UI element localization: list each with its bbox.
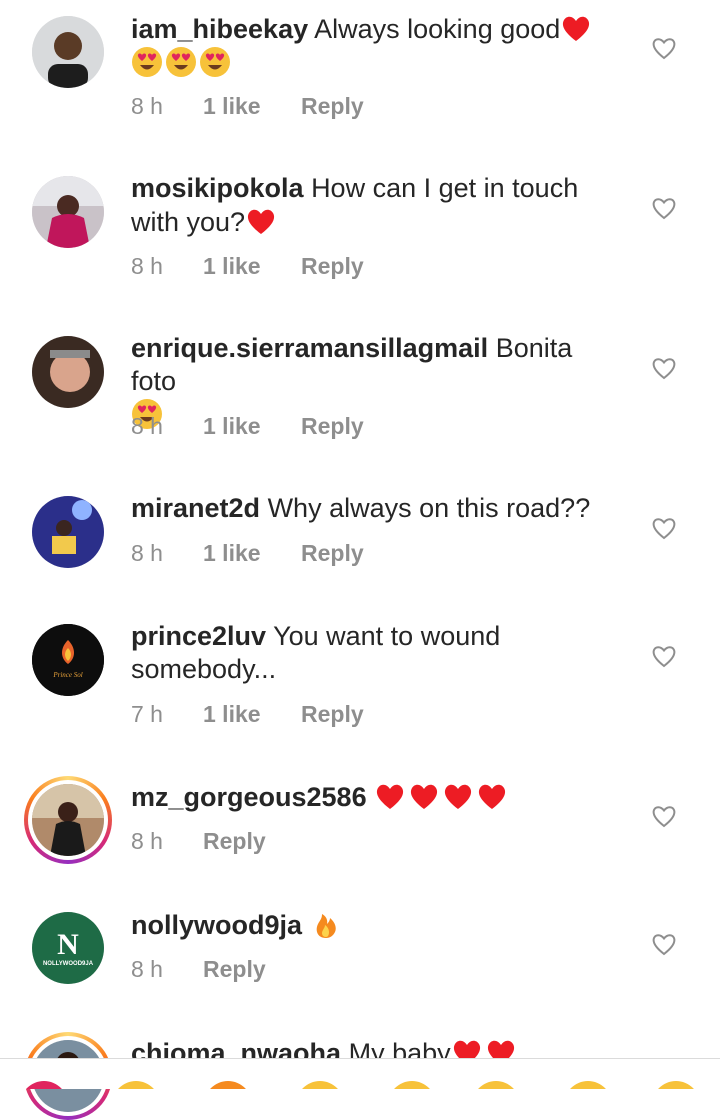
like-count[interactable]: 1 like bbox=[203, 253, 261, 280]
comment-text: mosikipokola How can I get in touch with… bbox=[131, 172, 611, 239]
clap-emoji-icon[interactable] bbox=[296, 1081, 344, 1089]
timestamp: 8 h bbox=[131, 93, 163, 119]
username[interactable]: mz_gorgeous2586 bbox=[131, 782, 367, 812]
timestamp: 8 h bbox=[131, 828, 163, 854]
avatar[interactable] bbox=[32, 496, 104, 568]
heart-outline-icon[interactable] bbox=[651, 195, 677, 221]
comment-body: Why always on this road?? bbox=[267, 493, 591, 523]
heart-emoji-icon[interactable] bbox=[20, 1081, 68, 1089]
heart-outline-icon[interactable] bbox=[651, 643, 677, 669]
quick-emoji-bar bbox=[0, 1059, 720, 1089]
timestamp: 8 h bbox=[131, 956, 163, 982]
avatar[interactable] bbox=[32, 176, 104, 248]
comment-text: nollywood9ja bbox=[131, 908, 611, 942]
like-count[interactable]: 1 like bbox=[203, 93, 261, 120]
comment-text: prince2luv You want to wound somebody... bbox=[131, 620, 611, 686]
avatar[interactable] bbox=[32, 16, 104, 88]
avatar-logo-text: Prince Sol bbox=[52, 671, 82, 679]
reply-button[interactable]: Reply bbox=[301, 413, 364, 440]
fire-emoji-icon[interactable] bbox=[204, 1081, 252, 1089]
avatar-logo-letter: N bbox=[57, 928, 79, 961]
timestamp: 8 h bbox=[131, 540, 163, 566]
reply-button[interactable]: Reply bbox=[301, 93, 364, 120]
laughing-emoji-icon[interactable] bbox=[652, 1081, 700, 1089]
avatar[interactable]: N NOLLYWOOD9JA bbox=[32, 912, 104, 984]
avatar[interactable] bbox=[32, 784, 104, 856]
surprised-emoji-icon[interactable] bbox=[564, 1081, 612, 1089]
heart-outline-icon[interactable] bbox=[651, 35, 677, 61]
heart-eyes-emoji-icon bbox=[165, 46, 197, 78]
heart-emoji-icon bbox=[560, 12, 592, 44]
heart-outline-icon[interactable] bbox=[651, 803, 677, 829]
heart-emoji-icon bbox=[476, 780, 508, 812]
reply-button[interactable]: Reply bbox=[301, 540, 364, 567]
like-count[interactable]: 1 like bbox=[203, 413, 261, 440]
heart-eyes-emoji-icon[interactable] bbox=[472, 1081, 520, 1089]
heart-eyes-emoji-icon bbox=[131, 46, 163, 78]
timestamp: 8 h bbox=[131, 253, 163, 279]
username[interactable]: miranet2d bbox=[131, 493, 260, 523]
fire-emoji-icon bbox=[310, 908, 342, 940]
timestamp: 7 h bbox=[131, 701, 163, 727]
heart-outline-icon[interactable] bbox=[651, 355, 677, 381]
username[interactable]: enrique.sierramansillagmail bbox=[131, 333, 488, 363]
avatar-logo-text: NOLLYWOOD9JA bbox=[43, 961, 94, 967]
timestamp: 8 h bbox=[131, 413, 163, 439]
heart-emoji-icon bbox=[374, 780, 406, 812]
comment-body: Always looking good bbox=[314, 14, 561, 44]
like-count[interactable]: 1 like bbox=[203, 540, 261, 567]
username[interactable]: nollywood9ja bbox=[131, 910, 302, 940]
hands-emoji-icon[interactable] bbox=[112, 1081, 160, 1089]
username[interactable]: prince2luv bbox=[131, 621, 266, 651]
reply-button[interactable]: Reply bbox=[301, 253, 364, 280]
avatar[interactable] bbox=[32, 336, 104, 408]
heart-eyes-emoji-icon bbox=[199, 46, 231, 78]
heart-outline-icon[interactable] bbox=[651, 515, 677, 541]
like-count[interactable]: 1 like bbox=[203, 701, 261, 728]
reply-button[interactable]: Reply bbox=[301, 701, 364, 728]
reply-button[interactable]: Reply bbox=[203, 828, 266, 855]
comment-text: mz_gorgeous2586 bbox=[131, 780, 611, 814]
heart-emoji-icon bbox=[442, 780, 474, 812]
reply-button[interactable]: Reply bbox=[203, 956, 266, 983]
crying-emoji-icon[interactable] bbox=[388, 1081, 436, 1089]
username[interactable]: iam_hibeekay bbox=[131, 14, 308, 44]
comment-text: miranet2d Why always on this road?? bbox=[131, 492, 611, 525]
avatar[interactable]: Prince Sol bbox=[32, 624, 104, 696]
story-ring[interactable] bbox=[24, 776, 112, 864]
heart-emoji-icon bbox=[245, 205, 277, 237]
comment-text: iam_hibeekay Always looking good bbox=[131, 12, 611, 80]
username[interactable]: mosikipokola bbox=[131, 173, 304, 203]
heart-outline-icon[interactable] bbox=[651, 931, 677, 957]
heart-emoji-icon bbox=[408, 780, 440, 812]
